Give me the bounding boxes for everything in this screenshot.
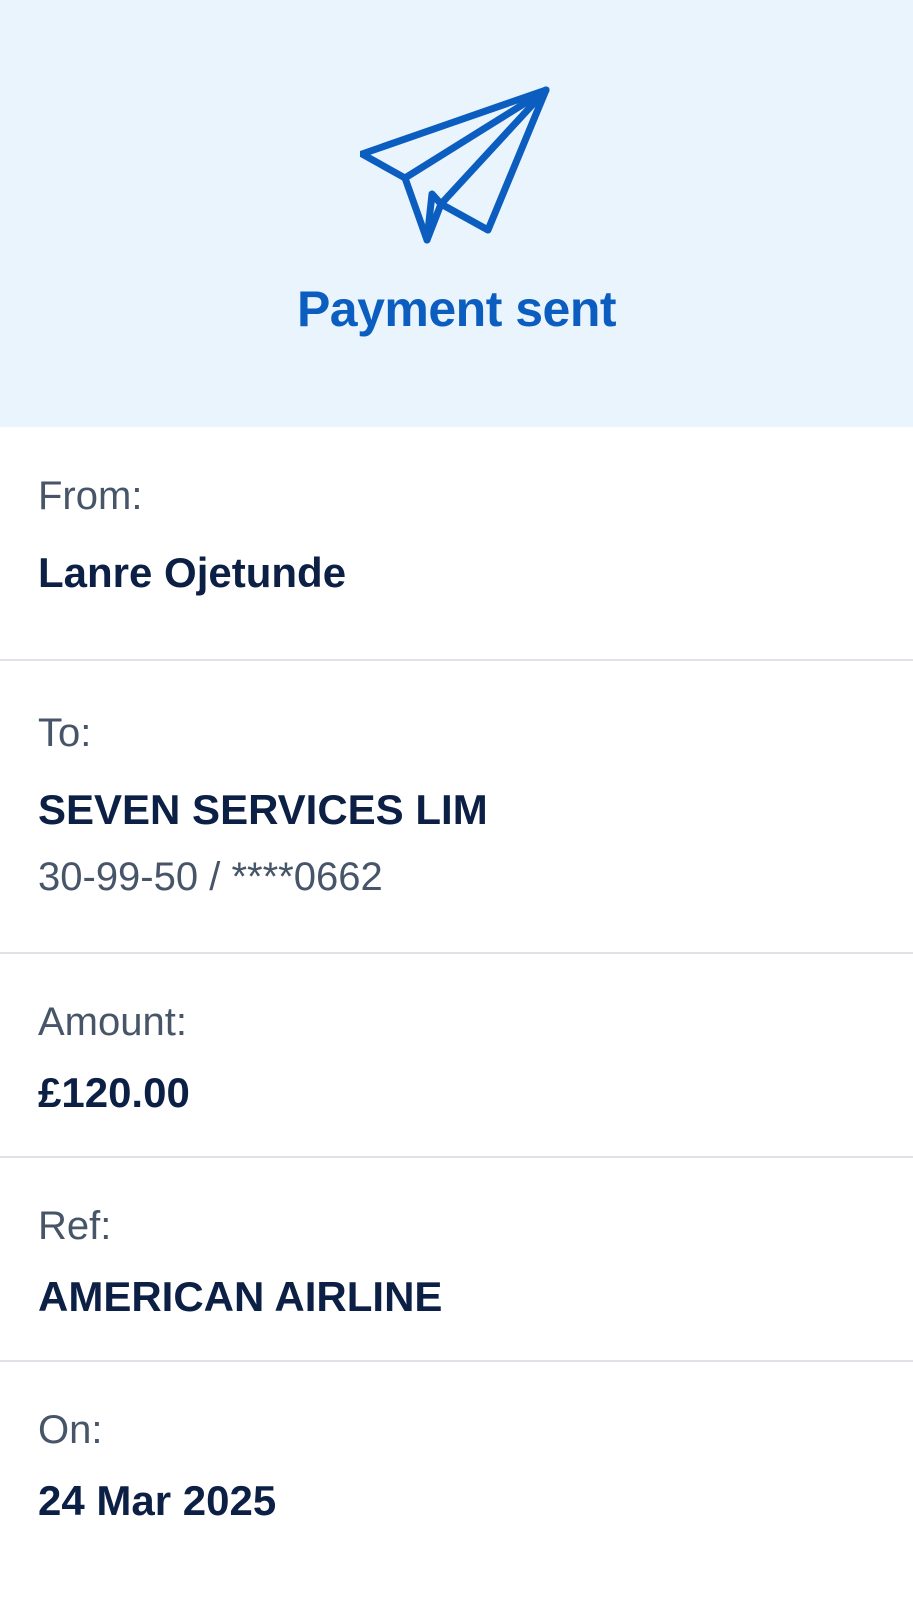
- paper-plane-icon: [360, 86, 550, 244]
- amount-label: Amount:: [38, 1000, 187, 1044]
- to-account-number: 30-99-50 / ****0662: [38, 855, 383, 899]
- from-value: Lanre Ojetunde: [38, 549, 347, 596]
- to-row: To: SEVEN SERVICES LIM 30-99-50 / ****06…: [0, 661, 913, 954]
- from-label: From:: [38, 474, 143, 518]
- date-value: 24 Mar 2025: [38, 1477, 277, 1524]
- to-value: SEVEN SERVICES LIM: [38, 786, 488, 833]
- payment-sent-header: Payment sent: [0, 0, 913, 427]
- ref-label: Ref:: [38, 1204, 112, 1248]
- date-label: On:: [38, 1408, 103, 1452]
- to-label: To:: [38, 711, 92, 755]
- from-row: From: Lanre Ojetunde: [0, 427, 913, 661]
- ref-row: Ref: AMERICAN AIRLINE: [0, 1158, 913, 1362]
- amount-row: Amount: £120.00: [0, 954, 913, 1158]
- page-title: Payment sent: [296, 281, 617, 337]
- amount-value: £120.00: [38, 1069, 190, 1116]
- ref-value: AMERICAN AIRLINE: [38, 1273, 443, 1320]
- date-row: On: 24 Mar 2025: [0, 1362, 913, 1600]
- payment-confirmation-card: Payment sent From: Lanre Ojetunde To: SE…: [0, 0, 913, 1600]
